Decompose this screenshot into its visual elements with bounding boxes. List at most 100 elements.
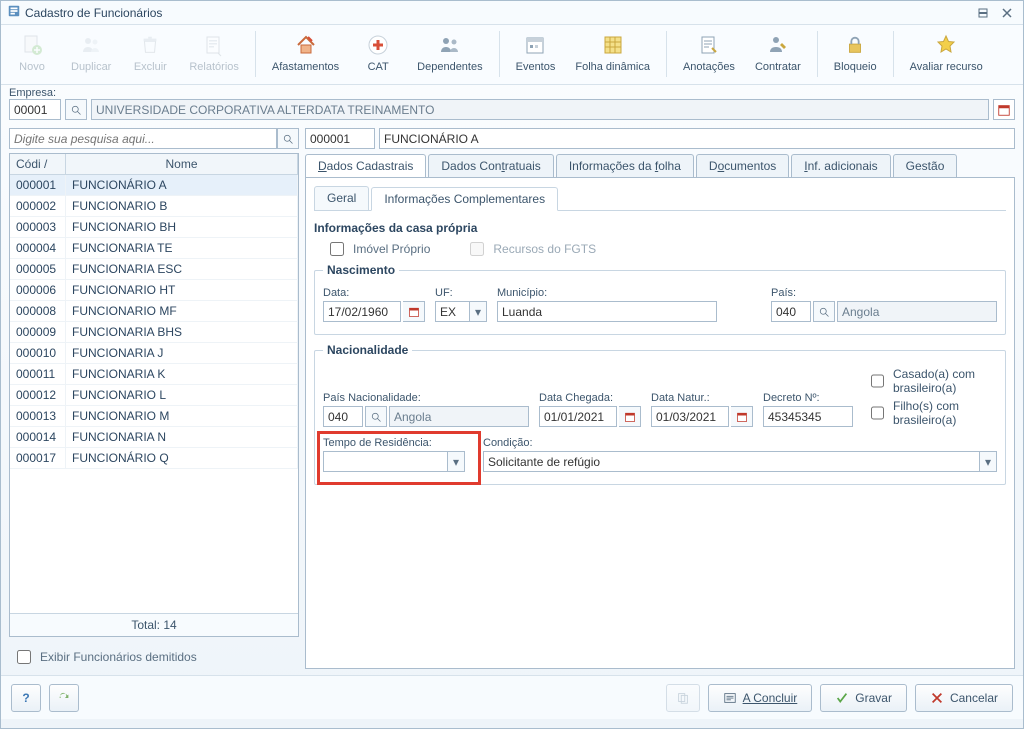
uf-dropdown[interactable]: ▾ bbox=[469, 301, 487, 322]
date-picker-icon[interactable] bbox=[619, 406, 641, 427]
table-row[interactable]: 000006FUNCIONARIO HT bbox=[10, 280, 298, 301]
close-button[interactable] bbox=[997, 5, 1017, 21]
refresh-button[interactable] bbox=[49, 684, 79, 712]
table-row[interactable]: 000010FUNCIONARIA J bbox=[10, 343, 298, 364]
search-input[interactable] bbox=[9, 128, 277, 149]
medical-icon bbox=[366, 31, 390, 59]
relatorios-button[interactable]: Relatórios bbox=[183, 29, 245, 75]
data-natur-input[interactable] bbox=[651, 406, 729, 427]
table-row[interactable]: 000001FUNCIONÁRIO A bbox=[10, 175, 298, 196]
app-window: Cadastro de Funcionários Novo Duplicar E… bbox=[0, 0, 1024, 729]
table-row[interactable]: 000009FUNCIONARIA BHS bbox=[10, 322, 298, 343]
users-icon bbox=[79, 31, 103, 59]
gravar-button[interactable]: Gravar bbox=[820, 684, 907, 712]
col-header-nome[interactable]: Nome bbox=[66, 154, 298, 174]
date-picker-icon[interactable] bbox=[403, 301, 425, 322]
casado-brasileiro-checkbox[interactable]: Casado(a) com brasileiro(a) bbox=[867, 367, 997, 395]
eventos-button[interactable]: Eventos bbox=[510, 29, 562, 75]
check-icon bbox=[835, 691, 849, 705]
bloqueio-button[interactable]: Bloqueio bbox=[828, 29, 883, 75]
empresa-search-button[interactable] bbox=[65, 99, 87, 120]
x-icon bbox=[930, 691, 944, 705]
lock-icon bbox=[844, 31, 866, 59]
group-nacionalidade: Nacionalidade País Nacionalidade: Data C… bbox=[314, 343, 1006, 485]
novo-button[interactable]: Novo bbox=[7, 29, 57, 75]
nac-pais-search-button[interactable] bbox=[365, 406, 387, 427]
excluir-button[interactable]: Excluir bbox=[125, 29, 175, 75]
uf-input[interactable] bbox=[435, 301, 469, 322]
panel-dados-cadastrais: Geral Informações Complementares Informa… bbox=[305, 177, 1015, 669]
list-icon bbox=[723, 691, 737, 705]
dependentes-button[interactable]: Dependentes bbox=[411, 29, 488, 75]
table-row[interactable]: 000017FUNCIONÁRIO Q bbox=[10, 448, 298, 469]
condicao-dropdown[interactable]: ▾ bbox=[979, 451, 997, 472]
tab-dados-contratuais[interactable]: Dados Contratuais bbox=[428, 154, 553, 177]
report-icon bbox=[202, 31, 226, 59]
tab-info-folha[interactable]: Informações da folha bbox=[556, 154, 694, 177]
funcionario-code-input[interactable] bbox=[305, 128, 375, 149]
col-header-codigo[interactable]: Códi / bbox=[10, 154, 66, 174]
subtab-info-complementares[interactable]: Informações Complementares bbox=[371, 187, 558, 211]
data-nascimento-input[interactable] bbox=[323, 301, 401, 322]
anotacoes-button[interactable]: Anotações bbox=[677, 29, 741, 75]
table-row[interactable]: 000004FUNCIONARIA TE bbox=[10, 238, 298, 259]
table-row[interactable]: 000003FUNCIONARIO BH bbox=[10, 217, 298, 238]
subtab-geral[interactable]: Geral bbox=[314, 186, 369, 210]
tab-documentos[interactable]: Documentos bbox=[696, 154, 789, 177]
help-button[interactable]: ? bbox=[11, 684, 41, 712]
afastamentos-button[interactable]: Afastamentos bbox=[266, 29, 345, 75]
pais-name-input bbox=[837, 301, 997, 322]
star-icon bbox=[934, 31, 958, 59]
note-icon bbox=[697, 31, 721, 59]
empresa-label: Empresa: bbox=[9, 87, 1015, 99]
data-chegada-input[interactable] bbox=[539, 406, 617, 427]
trash-icon bbox=[139, 31, 161, 59]
contratar-button[interactable]: Contratar bbox=[749, 29, 807, 75]
table-row[interactable]: 000008FUNCIONARIO MF bbox=[10, 301, 298, 322]
pais-code-input[interactable] bbox=[771, 301, 811, 322]
house-icon bbox=[294, 31, 318, 59]
table-row[interactable]: 000012FUNCIONARIO L bbox=[10, 385, 298, 406]
bottom-bar: ? A Concluir Gravar Cancelar bbox=[1, 675, 1023, 719]
table-row[interactable]: 000011FUNCIONARIA K bbox=[10, 364, 298, 385]
decreto-input[interactable] bbox=[763, 406, 853, 427]
date-picker-icon[interactable] bbox=[731, 406, 753, 427]
exibir-demitidos-checkbox[interactable]: Exibir Funcionários demitidos bbox=[13, 647, 295, 667]
tab-dados-cadastrais[interactable]: Dados Cadastrais bbox=[305, 154, 426, 177]
condicao-input[interactable] bbox=[483, 451, 979, 472]
titlebar: Cadastro de Funcionários bbox=[1, 1, 1023, 25]
nac-pais-code-input[interactable] bbox=[323, 406, 363, 427]
window-title: Cadastro de Funcionários bbox=[25, 6, 162, 20]
grid-total: Total: 14 bbox=[10, 613, 298, 636]
minimize-button[interactable] bbox=[973, 5, 993, 21]
search-button[interactable] bbox=[277, 128, 299, 149]
employee-grid: Códi / Nome 000001FUNCIONÁRIO A000002FUN… bbox=[9, 153, 299, 637]
pais-search-button[interactable] bbox=[813, 301, 835, 322]
table-row[interactable]: 000013FUNCIONARIO M bbox=[10, 406, 298, 427]
a-concluir-button[interactable]: A Concluir bbox=[708, 684, 813, 712]
empresa-calendar-button[interactable] bbox=[993, 99, 1015, 120]
app-icon bbox=[7, 4, 21, 21]
folha-button[interactable]: Folha dinâmica bbox=[569, 29, 656, 75]
tab-inf-adicionais[interactable]: Inf. adicionais bbox=[791, 154, 890, 177]
municipio-input[interactable] bbox=[497, 301, 717, 322]
filho-brasileiro-checkbox[interactable]: Filho(s) com brasileiro(a) bbox=[867, 399, 997, 427]
main-tabs: Dados Cadastrais Dados Contratuais Infor… bbox=[305, 154, 1015, 178]
table-row[interactable]: 000005FUNCIONARIA ESC bbox=[10, 259, 298, 280]
cancelar-button[interactable]: Cancelar bbox=[915, 684, 1013, 712]
table-row[interactable]: 000014FUNCIONARIA N bbox=[10, 427, 298, 448]
empresa-code-input[interactable] bbox=[9, 99, 61, 120]
new-icon bbox=[20, 31, 44, 59]
section-casa-propria: Informações da casa própria bbox=[314, 221, 1006, 235]
cat-button[interactable]: CAT bbox=[353, 29, 403, 75]
handshake-icon bbox=[765, 31, 791, 59]
imovel-proprio-checkbox[interactable]: Imóvel Próprio bbox=[326, 239, 430, 259]
tab-gestao[interactable]: Gestão bbox=[893, 154, 958, 177]
main-toolbar: Novo Duplicar Excluir Relatórios Afastam… bbox=[1, 25, 1023, 85]
group-nascimento: Nascimento Data: UF: ▾ Município: País: bbox=[314, 263, 1006, 335]
table-row[interactable]: 000002FUNCIONARIO B bbox=[10, 196, 298, 217]
group-icon bbox=[437, 31, 463, 59]
duplicar-button[interactable]: Duplicar bbox=[65, 29, 117, 75]
funcionario-name-input[interactable] bbox=[379, 128, 1015, 149]
avaliar-button[interactable]: Avaliar recurso bbox=[904, 29, 989, 75]
